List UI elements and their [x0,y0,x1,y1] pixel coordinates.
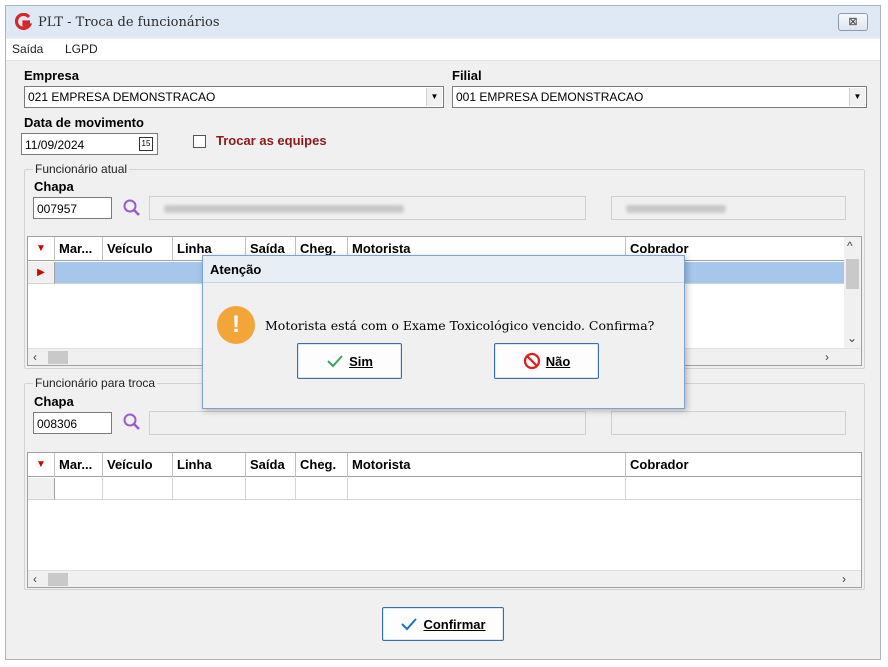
col-mar[interactable]: Mar... [55,453,103,477]
filial-label: Filial [452,68,482,83]
vertical-scrollbar[interactable]: ^ ⌄ [844,237,861,349]
scroll-up-icon[interactable]: ^ [847,239,853,253]
confirmar-button[interactable]: Confirmar [382,607,504,641]
chapa-atual-label: Chapa [34,179,74,194]
col-mar[interactable]: Mar... [55,237,103,261]
funcao-funcionario-atual [611,196,846,220]
menu-lgpd[interactable]: LGPD [65,42,98,56]
chevron-down-icon: ▼ [849,88,865,106]
scroll-thumb[interactable] [846,259,859,289]
nome-funcionario-atual [149,196,586,220]
funcionario-atual-title: Funcionário atual [33,162,130,176]
calendar-icon[interactable]: 15 [139,137,153,151]
redacted-name [164,205,404,213]
col-cheg[interactable]: Cheg. [296,453,348,477]
attention-dialog: Atenção ! Motorista está com o Exame Tox… [202,255,685,409]
data-movimento-label: Data de movimento [24,115,144,130]
app-logo-icon [14,13,32,30]
menu-saida[interactable]: Saída [12,42,43,56]
scroll-thumb[interactable] [48,573,68,586]
cell [296,478,348,500]
grid-header: ▼ Mar... Veículo Linha Saída Cheg. Motor… [28,453,861,477]
dialog-title: Atenção [210,262,262,277]
title-bar: PLT - Troca de funcionários ⊠ [6,6,880,38]
funcao-funcionario-troca [611,411,846,435]
search-icon[interactable] [122,412,142,432]
empresa-label: Empresa [24,68,79,83]
row-indicator-header: ▼ [28,453,55,477]
col-cobrador[interactable]: Cobrador [626,453,861,477]
nao-label: Não [545,353,571,369]
nome-funcionario-troca [149,411,586,435]
scroll-thumb[interactable] [48,351,68,364]
warning-icon: ! [217,306,255,344]
empresa-value: 021 EMPRESA DEMONSTRACAO [28,90,216,104]
nao-button[interactable]: Não [494,343,599,379]
chapa-troca-label: Chapa [34,394,74,409]
search-icon[interactable] [122,198,142,218]
check-icon [327,355,343,368]
col-linha[interactable]: Linha [173,453,246,477]
chevron-down-icon: ▼ [426,88,442,106]
trocar-equipes-label: Trocar as equipes [216,133,327,148]
dialog-message: Motorista está com o Exame Toxicológico … [265,318,655,333]
chapa-troca-value: 008306 [37,417,78,431]
trocar-equipes-checkbox[interactable] [193,135,206,148]
sim-button[interactable]: Sim [297,343,402,379]
scroll-down-icon[interactable]: ⌄ [847,331,857,345]
filial-value: 001 EMPRESA DEMONSTRACAO [456,90,644,104]
scroll-right-icon[interactable]: › [825,350,829,364]
col-saida[interactable]: Saída [246,453,296,477]
grid-funcionario-troca[interactable]: ▼ Mar... Veículo Linha Saída Cheg. Motor… [27,452,862,588]
empresa-select[interactable]: 021 EMPRESA DEMONSTRACAO ▼ [24,86,444,108]
scroll-right-icon[interactable]: › [842,572,846,586]
no-entry-icon [523,352,540,370]
col-veiculo[interactable]: Veículo [103,237,173,261]
row-pointer-icon: ▶ [28,262,55,284]
data-movimento-value: 11/09/2024 [25,138,85,152]
horizontal-scrollbar[interactable]: ‹ › [28,570,861,587]
scroll-left-icon[interactable]: ‹ [33,572,37,586]
window-title: PLT - Troca de funcionários [38,15,220,30]
row-indicator-header: ▼ [28,237,55,261]
cell [626,478,861,500]
sim-label: Sim [349,353,373,369]
cell [173,478,246,500]
chapa-atual-field[interactable]: 007957 [33,197,112,219]
cell [348,478,626,500]
data-movimento-field[interactable]: 11/09/2024 15 [21,133,158,155]
col-motorista[interactable]: Motorista [348,453,626,477]
col-veiculo[interactable]: Veículo [103,453,173,477]
row-indicator [28,478,55,500]
menu-bar: Saída LGPD [6,39,880,61]
filial-select[interactable]: 001 EMPRESA DEMONSTRACAO ▼ [452,86,867,108]
chapa-atual-value: 007957 [37,202,78,216]
close-button[interactable]: ⊠ [838,13,868,31]
chapa-troca-field[interactable]: 008306 [33,412,112,434]
dialog-title-bar: Atenção [203,256,684,283]
table-row[interactable] [28,478,861,500]
redacted-role [626,205,726,213]
cell [103,478,173,500]
scroll-left-icon[interactable]: ‹ [33,350,37,364]
cell [55,478,103,500]
cell [246,478,296,500]
funcionario-troca-title: Funcionário para troca [33,376,158,390]
check-icon [401,618,418,631]
confirmar-label: Confirmar [423,616,486,632]
